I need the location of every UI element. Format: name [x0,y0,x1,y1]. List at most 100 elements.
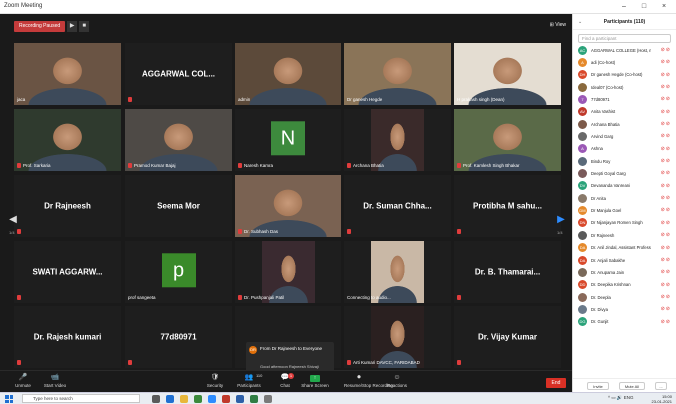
participant-tile[interactable]: p prof sangeeta [125,241,232,303]
participant-row[interactable]: Ideal07 (Co-host) ⊘⊘ [573,81,676,93]
maximize-button[interactable]: □ [636,1,652,12]
participant-name-large: Protibha M sahu... [473,201,542,211]
participant-list-name: Dr. Deepika Krishnan [591,282,631,288]
participant-row[interactable]: Aadi (Co-host) ⊘⊘ [573,56,676,68]
participant-list-name: Dr. Anupama Jain [591,269,625,275]
participants-button[interactable]: 👥 Participants 110 [234,373,264,388]
participant-tile[interactable]: Pramod Kumar Bajaj [125,109,232,171]
mic-muted-icon: ⊘⊘ [660,318,671,325]
mic-muted-icon: ⊘⊘ [660,108,671,115]
participant-tile[interactable]: Dr. Vijay Kumar [454,306,561,368]
participant-list-name: Dr Anita [591,195,606,201]
task-view-icon[interactable] [152,395,160,403]
mic-muted-icon [238,229,242,235]
participant-row[interactable]: AC AGGARWAL COLLEGE (Host, me) ⊘⊘ [573,44,676,56]
participant-row[interactable]: Bindu Roy ⊘⊘ [573,155,676,167]
participant-tile[interactable]: jaca [14,43,121,105]
participant-tile[interactable]: AGGARWAL COL... [125,43,232,105]
view-button[interactable]: ⊞ View [550,21,566,30]
participant-tile[interactable]: Dr. Suman Chha... [344,175,451,237]
chevron-down-icon[interactable]: ⌄ [578,14,582,30]
participant-tile[interactable]: admin [235,43,341,105]
participant-row[interactable]: Arvind Garg ⊘⊘ [573,130,676,142]
unmute-button[interactable]: 🎤 Unmute [8,373,38,388]
chrome-icon[interactable] [194,395,202,403]
participant-row[interactable]: Dr Anita ⊘⊘ [573,192,676,204]
participant-row[interactable]: DV Devananda Vanreani ⊘⊘ [573,180,676,192]
participant-tile[interactable]: Dr Rajneesh [14,175,121,237]
taskbar-search-input[interactable]: Type here to search [22,394,140,403]
reactions-icon: ☺ [393,374,401,381]
participant-row[interactable]: DH Dr ganesh Hegde (Co-host) ⊘⊘ [573,69,676,81]
participant-name: prof sangeeta [128,295,156,300]
participant-list-name: Bindu Roy [591,158,611,164]
minimize-button[interactable]: – [616,1,632,12]
participant-row[interactable]: 7 77d80971 ⊘⊘ [573,93,676,105]
participant-tile[interactable]: Prof. Sarkaria [14,109,121,171]
participant-row[interactable]: DA Dr. Anjali Sabakhe ⊘⊘ [573,254,676,266]
participant-tile[interactable]: Dr. Rajesh kumari [14,306,121,368]
next-page-icon[interactable]: ▶ [556,211,566,229]
security-button[interactable]: 🛡 Security [200,373,230,388]
windows-start-icon[interactable] [5,395,13,403]
participant-video [370,306,425,368]
mute-all-button[interactable]: Mute All [619,382,645,390]
resume-stop-recording-button[interactable]: ⏺ Resume/Stop Recording [344,373,393,388]
participant-tile[interactable]: N Naresh Kamra [235,109,341,171]
participant-row[interactable]: A Ashna ⊘⊘ [573,143,676,155]
participant-row[interactable]: DD Dr. Deepika Krishnan ⊘⊘ [573,279,676,291]
participant-row[interactable]: Dr. Anupama Jain ⊘⊘ [573,266,676,278]
participant-tile[interactable]: Prof. Kamlesh Singh Bhakar [454,109,561,171]
participant-row[interactable]: DG Dr. Gunjit ⊘⊘ [573,316,676,328]
participants-title: Participants (110) [603,19,646,25]
participant-row[interactable]: Dr. Divya ⊘⊘ [573,303,676,315]
participant-row[interactable]: Dr. Deepla ⊘⊘ [573,291,676,303]
close-button[interactable]: × [656,1,672,12]
participant-row[interactable]: Archana Bhatia ⊘⊘ [573,118,676,130]
participant-name-label: Prof. Kamlesh Singh Bhakar [457,163,520,169]
stop-recording-icon[interactable]: ■ [79,21,90,32]
app-icon[interactable] [222,395,230,403]
chat-button[interactable]: 💬 Chat 1 [270,373,300,388]
edge-icon[interactable] [166,395,174,403]
participant-search-input[interactable]: Find a participant [578,34,671,43]
language-indicator[interactable]: ENG [624,395,634,400]
participant-tile[interactable]: Seema Mor [125,175,232,237]
app-icon-2[interactable] [264,395,272,403]
start-video-button[interactable]: 📹 Start Video [40,373,70,388]
participant-list-name: Ideal07 (Co-host) [591,84,624,90]
zoom-app-icon[interactable] [208,395,216,403]
participant-tile[interactable]: Dr. Pushpanjali Patil [235,241,341,303]
invite-button[interactable]: Invite [587,382,609,390]
reactions-button[interactable]: ☺ Reactions [382,373,412,388]
mic-muted-icon: ⊘⊘ [660,244,671,251]
file-explorer-icon[interactable] [180,395,188,403]
participant-row[interactable]: Dr Rajneesh ⊘⊘ [573,229,676,241]
more-button[interactable]: ... [655,382,667,390]
participant-tile[interactable]: H prakash singh (Dean) [454,43,561,105]
share-screen-button[interactable]: ↑ Share Screen [300,373,330,388]
recording-status[interactable]: Recording Paused [14,21,66,32]
participant-tile[interactable]: SWATI AGGARW... [14,241,121,303]
participant-name-label [17,229,23,235]
participant-tile[interactable]: Arti Kumari DAVCC, FARIDABAD [344,306,451,368]
participant-tile[interactable]: Connecting to audio... [344,241,451,303]
clock[interactable]: 15:00 23-01-2021 [652,394,672,404]
participant-row[interactable]: AV Anita Vashist ⊘⊘ [573,106,676,118]
participant-row[interactable]: DM Dr Manjula Goel ⊘⊘ [573,204,676,216]
participant-tile[interactable]: Dr ganesh Hegde [344,43,451,105]
participant-row[interactable]: Deepti Goyal Garg ⊘⊘ [573,167,676,179]
participant-row[interactable]: DN Dr Nijanjayan Romen Singh ⊘⊘ [573,217,676,229]
participant-tile[interactable]: Protibha M sahu... [454,175,561,237]
prev-page-icon[interactable]: ◀ [8,211,18,229]
participant-tile[interactable]: Dr. B. Thamarai... [454,241,561,303]
participant-tile[interactable]: Archana Bhatia [344,109,451,171]
end-meeting-button[interactable]: End [546,378,566,388]
participant-tile[interactable]: 77d80971 [125,306,232,368]
mic-muted-icon: ⊘⊘ [660,207,671,214]
word-icon[interactable] [236,395,244,403]
participant-row[interactable]: DA Dr. Anil Jindal, Assistant Professor ⊘⊘ [573,242,676,254]
resume-recording-icon[interactable]: ▶ [67,21,78,32]
excel-icon[interactable] [250,395,258,403]
participant-tile[interactable]: Dr. Subhash Das [235,175,341,237]
